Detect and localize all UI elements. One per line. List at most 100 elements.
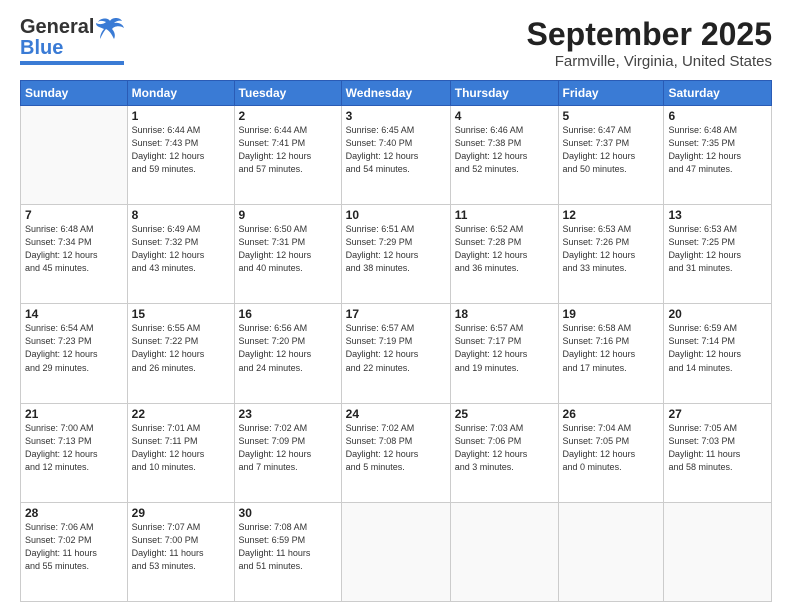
calendar-cell: 10Sunrise: 6:51 AM Sunset: 7:29 PM Dayli… bbox=[341, 205, 450, 304]
day-info: Sunrise: 6:46 AM Sunset: 7:38 PM Dayligh… bbox=[455, 124, 554, 176]
logo-bar bbox=[20, 61, 124, 65]
day-number: 25 bbox=[455, 407, 554, 421]
weekday-header: Friday bbox=[558, 81, 664, 106]
calendar-cell: 15Sunrise: 6:55 AM Sunset: 7:22 PM Dayli… bbox=[127, 304, 234, 403]
day-number: 4 bbox=[455, 109, 554, 123]
day-number: 6 bbox=[668, 109, 767, 123]
calendar-cell: 28Sunrise: 7:06 AM Sunset: 7:02 PM Dayli… bbox=[21, 502, 128, 601]
calendar-cell: 22Sunrise: 7:01 AM Sunset: 7:11 PM Dayli… bbox=[127, 403, 234, 502]
day-info: Sunrise: 7:04 AM Sunset: 7:05 PM Dayligh… bbox=[563, 422, 660, 474]
header: General Blue September 2025 Farmville, V… bbox=[20, 16, 772, 70]
calendar-cell: 25Sunrise: 7:03 AM Sunset: 7:06 PM Dayli… bbox=[450, 403, 558, 502]
day-number: 10 bbox=[346, 208, 446, 222]
day-number: 27 bbox=[668, 407, 767, 421]
day-info: Sunrise: 6:48 AM Sunset: 7:35 PM Dayligh… bbox=[668, 124, 767, 176]
calendar-cell: 17Sunrise: 6:57 AM Sunset: 7:19 PM Dayli… bbox=[341, 304, 450, 403]
day-info: Sunrise: 6:45 AM Sunset: 7:40 PM Dayligh… bbox=[346, 124, 446, 176]
weekday-header: Thursday bbox=[450, 81, 558, 106]
day-info: Sunrise: 6:58 AM Sunset: 7:16 PM Dayligh… bbox=[563, 322, 660, 374]
calendar-cell bbox=[558, 502, 664, 601]
calendar-week-row: 7Sunrise: 6:48 AM Sunset: 7:34 PM Daylig… bbox=[21, 205, 772, 304]
day-number: 30 bbox=[239, 506, 337, 520]
day-number: 9 bbox=[239, 208, 337, 222]
calendar-cell: 16Sunrise: 6:56 AM Sunset: 7:20 PM Dayli… bbox=[234, 304, 341, 403]
day-info: Sunrise: 6:57 AM Sunset: 7:19 PM Dayligh… bbox=[346, 322, 446, 374]
calendar-week-row: 14Sunrise: 6:54 AM Sunset: 7:23 PM Dayli… bbox=[21, 304, 772, 403]
day-number: 14 bbox=[25, 307, 123, 321]
logo-bird-icon bbox=[96, 17, 124, 39]
calendar-cell: 11Sunrise: 6:52 AM Sunset: 7:28 PM Dayli… bbox=[450, 205, 558, 304]
weekday-header: Sunday bbox=[21, 81, 128, 106]
day-info: Sunrise: 6:47 AM Sunset: 7:37 PM Dayligh… bbox=[563, 124, 660, 176]
calendar-cell: 2Sunrise: 6:44 AM Sunset: 7:41 PM Daylig… bbox=[234, 106, 341, 205]
calendar-cell: 14Sunrise: 6:54 AM Sunset: 7:23 PM Dayli… bbox=[21, 304, 128, 403]
weekday-header: Monday bbox=[127, 81, 234, 106]
day-number: 8 bbox=[132, 208, 230, 222]
day-info: Sunrise: 7:03 AM Sunset: 7:06 PM Dayligh… bbox=[455, 422, 554, 474]
calendar-cell: 12Sunrise: 6:53 AM Sunset: 7:26 PM Dayli… bbox=[558, 205, 664, 304]
day-number: 2 bbox=[239, 109, 337, 123]
logo-blue-text: Blue bbox=[20, 37, 63, 60]
calendar-cell: 7Sunrise: 6:48 AM Sunset: 7:34 PM Daylig… bbox=[21, 205, 128, 304]
calendar-cell bbox=[341, 502, 450, 601]
day-number: 22 bbox=[132, 407, 230, 421]
day-info: Sunrise: 6:49 AM Sunset: 7:32 PM Dayligh… bbox=[132, 223, 230, 275]
calendar-cell bbox=[664, 502, 772, 601]
day-info: Sunrise: 6:53 AM Sunset: 7:26 PM Dayligh… bbox=[563, 223, 660, 275]
calendar-week-row: 28Sunrise: 7:06 AM Sunset: 7:02 PM Dayli… bbox=[21, 502, 772, 601]
weekday-header: Saturday bbox=[664, 81, 772, 106]
day-number: 11 bbox=[455, 208, 554, 222]
day-number: 3 bbox=[346, 109, 446, 123]
day-number: 7 bbox=[25, 208, 123, 222]
calendar-header: SundayMondayTuesdayWednesdayThursdayFrid… bbox=[21, 81, 772, 106]
weekday-row: SundayMondayTuesdayWednesdayThursdayFrid… bbox=[21, 81, 772, 106]
day-info: Sunrise: 7:05 AM Sunset: 7:03 PM Dayligh… bbox=[668, 422, 767, 474]
calendar-table: SundayMondayTuesdayWednesdayThursdayFrid… bbox=[20, 80, 772, 602]
calendar-week-row: 21Sunrise: 7:00 AM Sunset: 7:13 PM Dayli… bbox=[21, 403, 772, 502]
day-number: 16 bbox=[239, 307, 337, 321]
calendar-cell: 20Sunrise: 6:59 AM Sunset: 7:14 PM Dayli… bbox=[664, 304, 772, 403]
calendar-cell: 18Sunrise: 6:57 AM Sunset: 7:17 PM Dayli… bbox=[450, 304, 558, 403]
day-info: Sunrise: 6:52 AM Sunset: 7:28 PM Dayligh… bbox=[455, 223, 554, 275]
day-number: 15 bbox=[132, 307, 230, 321]
day-number: 21 bbox=[25, 407, 123, 421]
logo: General Blue bbox=[20, 16, 124, 65]
day-info: Sunrise: 6:44 AM Sunset: 7:41 PM Dayligh… bbox=[239, 124, 337, 176]
day-info: Sunrise: 6:55 AM Sunset: 7:22 PM Dayligh… bbox=[132, 322, 230, 374]
calendar-cell: 19Sunrise: 6:58 AM Sunset: 7:16 PM Dayli… bbox=[558, 304, 664, 403]
day-number: 23 bbox=[239, 407, 337, 421]
calendar-cell: 5Sunrise: 6:47 AM Sunset: 7:37 PM Daylig… bbox=[558, 106, 664, 205]
day-number: 1 bbox=[132, 109, 230, 123]
day-info: Sunrise: 6:51 AM Sunset: 7:29 PM Dayligh… bbox=[346, 223, 446, 275]
title-block: September 2025 Farmville, Virginia, Unit… bbox=[527, 16, 772, 70]
day-info: Sunrise: 7:00 AM Sunset: 7:13 PM Dayligh… bbox=[25, 422, 123, 474]
day-info: Sunrise: 6:54 AM Sunset: 7:23 PM Dayligh… bbox=[25, 322, 123, 374]
day-number: 5 bbox=[563, 109, 660, 123]
day-number: 19 bbox=[563, 307, 660, 321]
day-info: Sunrise: 6:50 AM Sunset: 7:31 PM Dayligh… bbox=[239, 223, 337, 275]
day-number: 28 bbox=[25, 506, 123, 520]
day-info: Sunrise: 6:44 AM Sunset: 7:43 PM Dayligh… bbox=[132, 124, 230, 176]
calendar-cell: 21Sunrise: 7:00 AM Sunset: 7:13 PM Dayli… bbox=[21, 403, 128, 502]
calendar-cell: 24Sunrise: 7:02 AM Sunset: 7:08 PM Dayli… bbox=[341, 403, 450, 502]
day-number: 29 bbox=[132, 506, 230, 520]
day-info: Sunrise: 7:02 AM Sunset: 7:08 PM Dayligh… bbox=[346, 422, 446, 474]
calendar-week-row: 1Sunrise: 6:44 AM Sunset: 7:43 PM Daylig… bbox=[21, 106, 772, 205]
day-info: Sunrise: 7:01 AM Sunset: 7:11 PM Dayligh… bbox=[132, 422, 230, 474]
day-number: 24 bbox=[346, 407, 446, 421]
day-info: Sunrise: 6:53 AM Sunset: 7:25 PM Dayligh… bbox=[668, 223, 767, 275]
day-info: Sunrise: 7:07 AM Sunset: 7:00 PM Dayligh… bbox=[132, 521, 230, 573]
day-number: 18 bbox=[455, 307, 554, 321]
calendar-body: 1Sunrise: 6:44 AM Sunset: 7:43 PM Daylig… bbox=[21, 106, 772, 602]
day-number: 13 bbox=[668, 208, 767, 222]
day-info: Sunrise: 6:59 AM Sunset: 7:14 PM Dayligh… bbox=[668, 322, 767, 374]
day-info: Sunrise: 7:08 AM Sunset: 6:59 PM Dayligh… bbox=[239, 521, 337, 573]
calendar-cell: 9Sunrise: 6:50 AM Sunset: 7:31 PM Daylig… bbox=[234, 205, 341, 304]
calendar-cell: 1Sunrise: 6:44 AM Sunset: 7:43 PM Daylig… bbox=[127, 106, 234, 205]
calendar-cell: 3Sunrise: 6:45 AM Sunset: 7:40 PM Daylig… bbox=[341, 106, 450, 205]
calendar-title: September 2025 bbox=[527, 16, 772, 53]
day-info: Sunrise: 6:57 AM Sunset: 7:17 PM Dayligh… bbox=[455, 322, 554, 374]
calendar-cell bbox=[450, 502, 558, 601]
day-number: 26 bbox=[563, 407, 660, 421]
logo-text: General bbox=[20, 16, 124, 39]
